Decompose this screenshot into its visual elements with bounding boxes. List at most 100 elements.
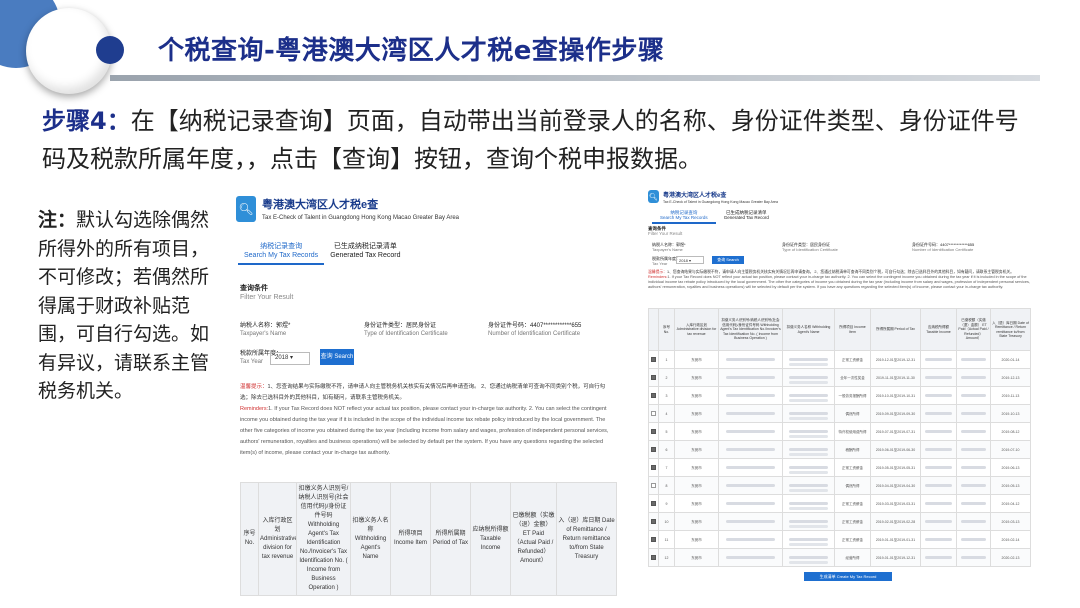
create-record-button[interactable]: 生成清单 Create My Tax Record bbox=[804, 572, 892, 581]
redacted-bar bbox=[925, 537, 952, 541]
row-checkbox[interactable] bbox=[648, 404, 659, 423]
app-logo: 🔍︎ 粤港澳大湾区人才税e查 Tax E-Check of Talent in … bbox=[648, 190, 778, 204]
cell-date: 2019-08-12 bbox=[990, 422, 1031, 441]
redacted-bar bbox=[961, 411, 986, 415]
col-header: 应纳税所得额 Taxable Income bbox=[920, 308, 957, 351]
row-checkbox[interactable] bbox=[648, 512, 659, 531]
tab-search-records[interactable]: 纳税记录查询 Search My Tax Records bbox=[652, 210, 716, 224]
cell-id-redacted bbox=[718, 530, 783, 549]
cell-id-redacted bbox=[718, 386, 783, 405]
table-row: 12 东莞市 经营所得 2019-01-01至2019-12-31 2020-02-13 bbox=[648, 548, 1031, 567]
cell-agent-redacted bbox=[782, 512, 835, 531]
cell-no: 12 bbox=[658, 548, 675, 567]
cell-region: 东莞市 bbox=[674, 368, 719, 387]
table-row: 1 东莞市 正常工资薪金 2019-12-01至2019-12-31 2020-01-1… bbox=[648, 350, 1031, 369]
redacted-bar bbox=[726, 483, 775, 487]
tab-search-records[interactable]: 纳税记录查询 Search My Tax Records bbox=[238, 242, 325, 265]
cell-region: 东莞市 bbox=[674, 422, 719, 441]
row-checkbox[interactable] bbox=[648, 350, 659, 369]
table-row: 11 东莞市 正常工资薪金 2019-01-01至2019-01-31 2019-02-… bbox=[648, 530, 1031, 549]
redacted-bar bbox=[961, 447, 986, 451]
tax-year-select[interactable]: 2018 ▾ bbox=[270, 352, 310, 365]
cell-taxable-redacted bbox=[920, 530, 957, 549]
search-button[interactable]: 查询 Search bbox=[320, 349, 354, 365]
cell-taxable-redacted bbox=[920, 548, 957, 567]
tax-year-select[interactable]: 2018 ▾ bbox=[676, 256, 704, 264]
row-checkbox[interactable] bbox=[648, 368, 659, 387]
redacted-bar bbox=[788, 375, 829, 379]
tax-year-row: 税款所属年度： Tax Year 2018 ▾ 查询 Search bbox=[240, 349, 354, 365]
note-text: 默认勾选除偶然所得外的所有项目，不可修改；若偶然所得属于财政补贴范围，可自行勾选… bbox=[38, 209, 210, 402]
row-checkbox[interactable] bbox=[648, 530, 659, 549]
redacted-bar bbox=[925, 429, 952, 433]
cell-taxable-redacted bbox=[920, 422, 957, 441]
row-checkbox[interactable] bbox=[648, 458, 659, 477]
cell-id-redacted bbox=[718, 476, 783, 495]
tab-generated-records[interactable]: 已生成纳税记录清单 Generated Tax Record bbox=[716, 210, 777, 224]
row-checkbox[interactable] bbox=[648, 386, 659, 405]
row-checkbox[interactable] bbox=[648, 422, 659, 441]
app-name-en: Tax E-Check of Talent in Guangdong Hong … bbox=[663, 200, 778, 204]
cell-item: 偶然所得 bbox=[834, 404, 871, 423]
cell-region: 东莞市 bbox=[674, 440, 719, 459]
cell-paid-redacted bbox=[956, 494, 991, 513]
tax-record-table: 序号 No. 入库行政区划 Administrative division fo… bbox=[648, 308, 1031, 568]
cell-date: 2019-04-12 bbox=[990, 494, 1031, 513]
cell-paid-redacted bbox=[956, 368, 991, 387]
cell-item: 正常工资薪金 bbox=[834, 494, 871, 513]
cell-no: 8 bbox=[658, 476, 675, 495]
row-checkbox[interactable] bbox=[648, 494, 659, 513]
row-checkbox[interactable] bbox=[648, 476, 659, 495]
step-label: 步骤4： bbox=[42, 107, 131, 135]
cell-region: 东莞市 bbox=[674, 476, 719, 495]
cell-no: 4 bbox=[658, 404, 675, 423]
redacted-bar bbox=[726, 555, 775, 559]
page-title: 个税查询-粤港澳大湾区人才税e查操作步骤 bbox=[158, 36, 665, 66]
cell-agent-redacted bbox=[782, 458, 835, 477]
cell-region: 东莞市 bbox=[674, 386, 719, 405]
redacted-bar bbox=[961, 519, 986, 523]
col-header: 入库行政区划 Administrative division for tax r… bbox=[258, 482, 297, 596]
redacted-bar bbox=[788, 393, 829, 397]
table-row: 8 东莞市 偶然所得 2019-04-01至2019-04-30 2019-05-13 bbox=[648, 476, 1031, 495]
search-button[interactable]: 查询 Search bbox=[712, 256, 744, 264]
reminder-text: 温馨提示：1、您查询结果与实际缴税不符，请申请人向主管税务机关核实有关情况后再申… bbox=[240, 384, 609, 456]
row-checkbox[interactable] bbox=[648, 440, 659, 459]
note-label: 注： bbox=[38, 209, 77, 231]
col-header: 入（退）库日期 Date of Remittance / Return remi… bbox=[556, 482, 617, 596]
redacted-bar bbox=[961, 429, 986, 433]
table-row: 10 东莞市 正常工资薪金 2019-02-01至2019-02-28 2019-03-… bbox=[648, 512, 1031, 531]
cell-period: 2019-12-01至2019-12-31 bbox=[870, 350, 921, 369]
cell-agent-redacted bbox=[782, 422, 835, 441]
cell-date: 2019-10-13 bbox=[990, 404, 1031, 423]
redacted-bar bbox=[726, 447, 775, 451]
cell-paid-redacted bbox=[956, 440, 991, 459]
tab-bar: 纳税记录查询 Search My Tax Records 已生成纳税记录清单 G… bbox=[652, 210, 777, 224]
cell-taxable-redacted bbox=[920, 368, 957, 387]
cell-paid-redacted bbox=[956, 530, 991, 549]
cell-region: 东莞市 bbox=[674, 512, 719, 531]
tab-generated-records[interactable]: 已生成纳税记录清单 Generated Tax Record bbox=[324, 242, 406, 265]
cell-period: 2019-09-01至2019-09-30 bbox=[870, 404, 921, 423]
cell-agent-redacted bbox=[782, 440, 835, 459]
title-underline bbox=[110, 75, 1040, 81]
col-header: 序号 No. bbox=[240, 482, 259, 596]
cell-region: 东莞市 bbox=[674, 494, 719, 513]
cell-no: 5 bbox=[658, 422, 675, 441]
redacted-bar bbox=[961, 483, 986, 487]
redacted-bar bbox=[726, 393, 775, 397]
cell-no: 3 bbox=[658, 386, 675, 405]
checkbox-icon bbox=[651, 410, 656, 416]
redacted-bar bbox=[961, 465, 986, 469]
col-header: 扣缴义务人识别号/纳税人识别号(社会信用代码)/身份证件号码 Withholdi… bbox=[718, 308, 783, 351]
table-row: 6 东莞市 稿酬所得 2019-06-01至2019-06-30 2019-07-10 bbox=[648, 440, 1031, 459]
row-checkbox[interactable] bbox=[648, 548, 659, 567]
cell-region: 东莞市 bbox=[674, 458, 719, 477]
table-row: 5 东莞市 特许权使用费所得 2019-07-01至2019-07-31 2019-08… bbox=[648, 422, 1031, 441]
checkbox-icon bbox=[651, 428, 656, 434]
id-type-field: 身份证件类型：居民身份证 Type of Identification Cert… bbox=[782, 242, 838, 252]
step-text: 在【纳税记录查询】页面，自动带出当前登录人的名称、身份证件类型、身份证件号码及税… bbox=[42, 107, 1019, 173]
cell-item: 正常工资薪金 bbox=[834, 458, 871, 477]
redacted-bar bbox=[726, 411, 775, 415]
redacted-bar bbox=[726, 429, 775, 433]
